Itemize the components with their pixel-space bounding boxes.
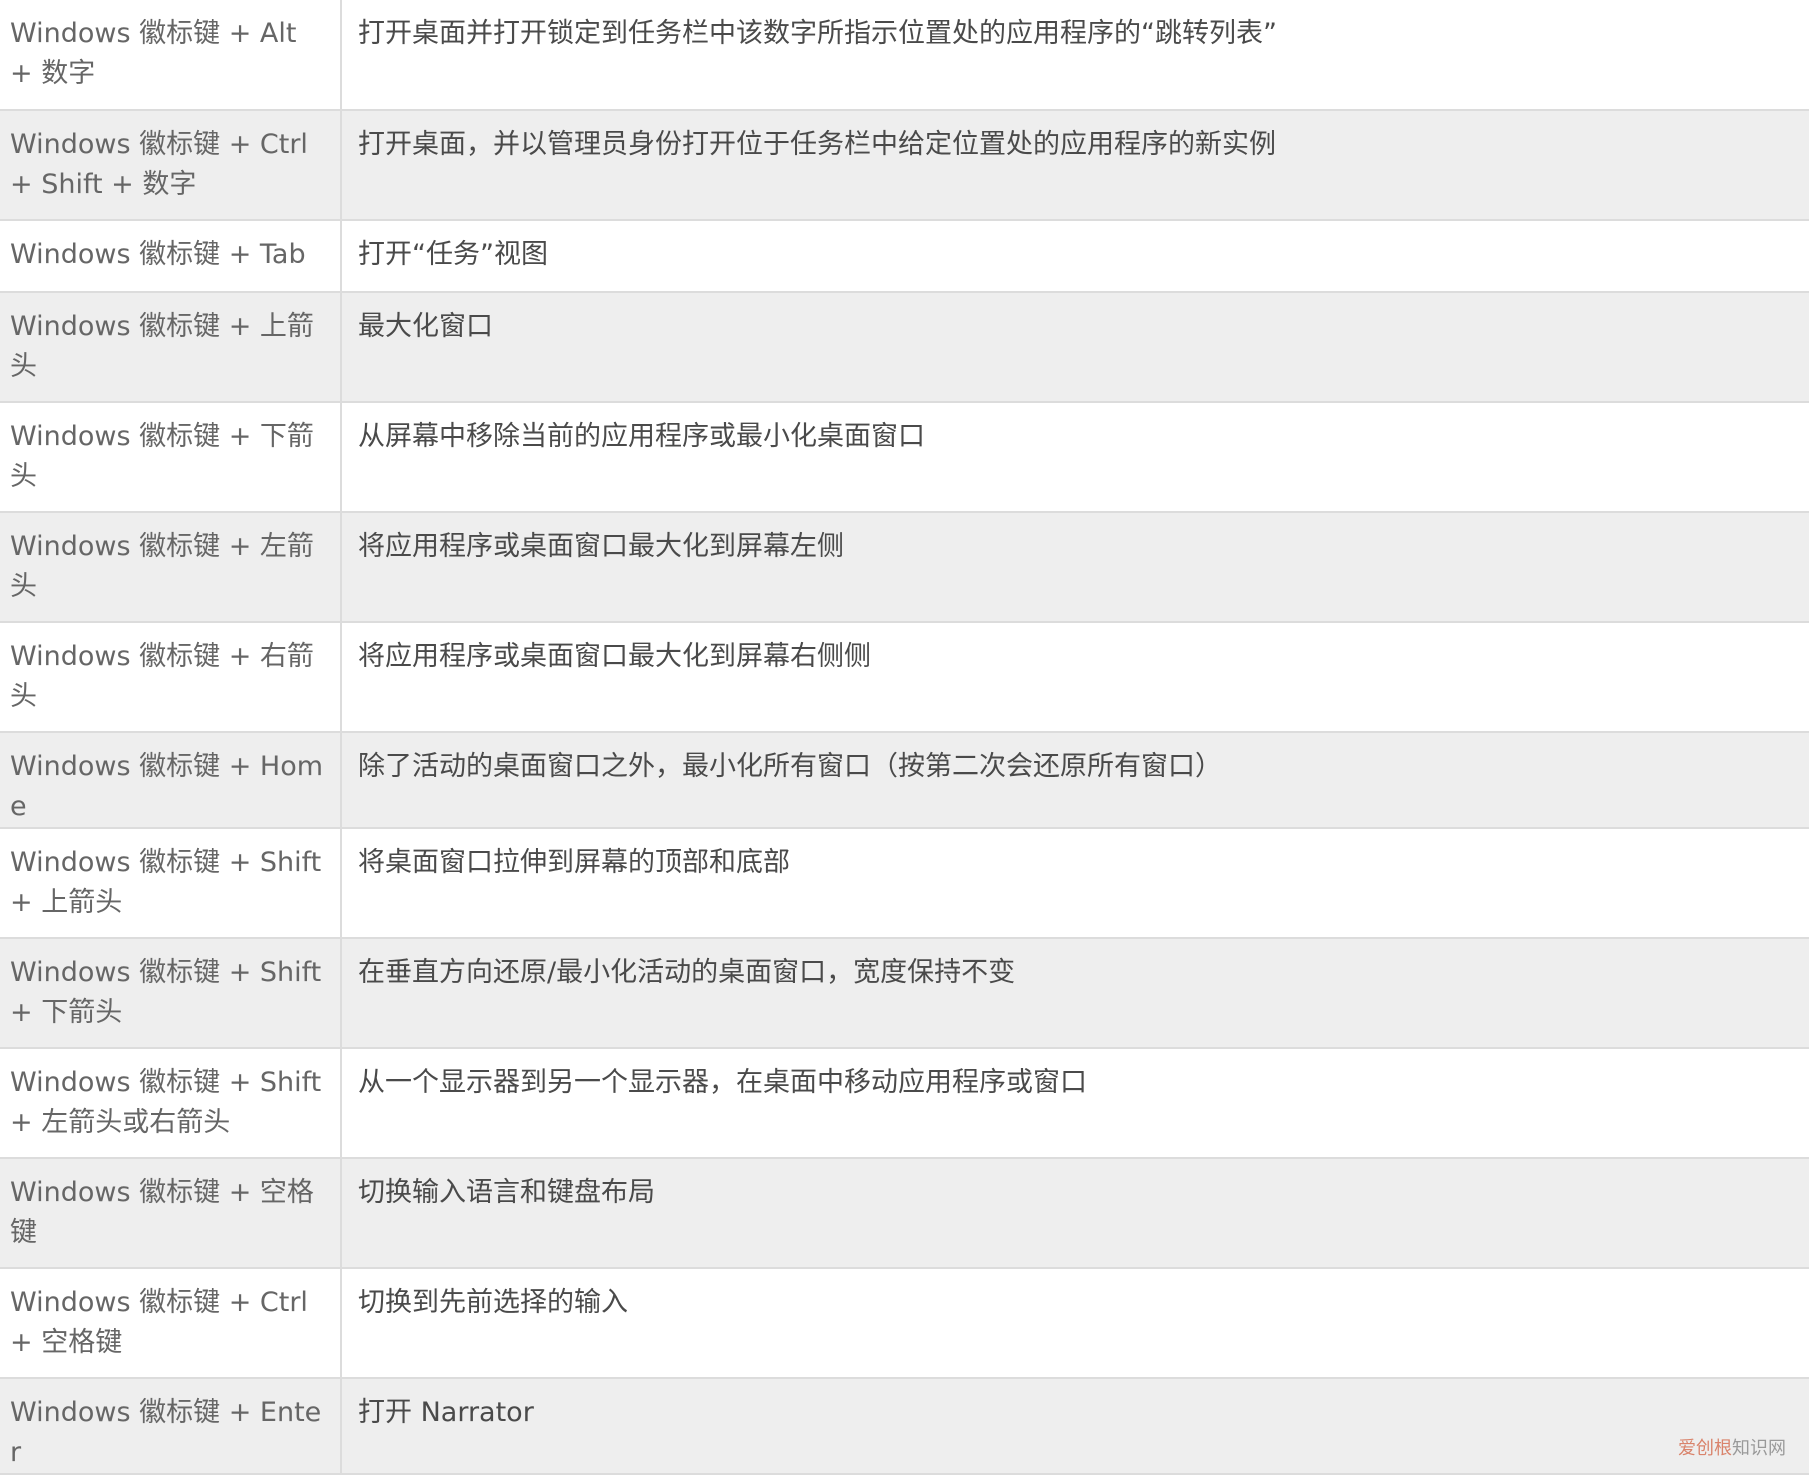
shortcut-description-cell: 最大化窗口	[358, 311, 493, 342]
table-row: Windows 徽标键 + 右箭头 将应用程序或桌面窗口最大化到屏幕右侧侧	[0, 622, 1809, 732]
shortcut-key-cell: Windows 徽标键 + Alt + 数字	[0, 0, 342, 110]
table-row: Windows 徽标键 + Shift + 左箭头或右箭头 从一个显示器到另一个…	[0, 1048, 1809, 1158]
table-row: Windows 徽标键 + Home 除了活动的桌面窗口之外，最小化所有窗口（按…	[0, 732, 1809, 828]
table-row: Windows 徽标键 + 下箭头 从屏幕中移除当前的应用程序或最小化桌面窗口	[0, 402, 1809, 512]
shortcut-description-cell: 切换到先前选择的输入	[358, 1287, 628, 1318]
table-row: Windows 徽标键 + Ctrl + Shift + 数字 打开桌面，并以管…	[0, 110, 1809, 220]
watermark-brand: 爱创根	[1678, 1438, 1732, 1459]
shortcut-key-cell: Windows 徽标键 + Home	[0, 732, 342, 828]
table-row: Windows 徽标键 + 空格键 切换输入语言和键盘布局	[0, 1158, 1809, 1268]
shortcut-key-cell: Windows 徽标键 + 空格键	[0, 1158, 342, 1268]
shortcut-description-cell: 将桌面窗口拉伸到屏幕的顶部和底部	[358, 847, 790, 878]
shortcut-key-cell: Windows 徽标键 + Shift + 左箭头或右箭头	[0, 1048, 342, 1158]
shortcut-description-cell: 在垂直方向还原/最小化活动的桌面窗口，宽度保持不变	[358, 957, 1016, 988]
shortcut-key-cell: Windows 徽标键 + 上箭头	[0, 292, 342, 402]
shortcut-description-cell: 打开“任务”视图	[358, 239, 548, 270]
shortcut-description-cell: 从一个显示器到另一个显示器，在桌面中移动应用程序或窗口	[358, 1067, 1087, 1098]
table-row: Windows 徽标键 + Ctrl + 空格键 切换到先前选择的输入	[0, 1268, 1809, 1378]
table-row: Windows 徽标键 + Tab 打开“任务”视图	[0, 220, 1809, 292]
shortcut-key-cell: Windows 徽标键 + Ctrl + Shift + 数字	[0, 110, 342, 220]
shortcut-key-cell: Windows 徽标键 + Tab	[0, 220, 342, 292]
shortcut-description-cell: 打开 Narrator	[358, 1397, 534, 1428]
table-row: Windows 徽标键 + 上箭头 最大化窗口	[0, 292, 1809, 402]
shortcut-description-cell: 切换输入语言和键盘布局	[358, 1177, 655, 1208]
shortcut-description-cell: 打开桌面，并以管理员身份打开位于任务栏中给定位置处的应用程序的新实例	[358, 129, 1276, 160]
table-row: Windows 徽标键 + Shift + 下箭头 在垂直方向还原/最小化活动的…	[0, 938, 1809, 1048]
site-watermark: 爱创根知识网	[1678, 1434, 1786, 1460]
shortcut-description-cell: 除了活动的桌面窗口之外，最小化所有窗口（按第二次会还原所有窗口）	[358, 751, 1222, 782]
shortcut-table: Windows 徽标键 + Alt + 数字 打开桌面并打开锁定到任务栏中该数字…	[0, 0, 1809, 1475]
shortcut-description-cell: 打开桌面并打开锁定到任务栏中该数字所指示位置处的应用程序的“跳转列表”	[358, 18, 1277, 49]
shortcut-key-cell: Windows 徽标键 + 右箭头	[0, 622, 342, 732]
shortcut-key-cell: Windows 徽标键 + 下箭头	[0, 402, 342, 512]
table-row: Windows 徽标键 + Alt + 数字 打开桌面并打开锁定到任务栏中该数字…	[0, 0, 1809, 110]
shortcut-description-cell: 将应用程序或桌面窗口最大化到屏幕右侧侧	[358, 641, 871, 672]
table-row: Windows 徽标键 + 左箭头 将应用程序或桌面窗口最大化到屏幕左侧	[0, 512, 1809, 622]
shortcut-key-cell: Windows 徽标键 + Shift + 上箭头	[0, 828, 342, 938]
table-row: Windows 徽标键 + Enter 打开 Narrator	[0, 1378, 1809, 1474]
shortcut-key-cell: Windows 徽标键 + Ctrl + 空格键	[0, 1268, 342, 1378]
table-row: Windows 徽标键 + Shift + 上箭头 将桌面窗口拉伸到屏幕的顶部和…	[0, 828, 1809, 938]
shortcut-key-cell: Windows 徽标键 + Enter	[0, 1378, 342, 1474]
shortcut-key-cell: Windows 徽标键 + Shift + 下箭头	[0, 938, 342, 1048]
shortcut-description-cell: 从屏幕中移除当前的应用程序或最小化桌面窗口	[358, 421, 925, 452]
shortcut-key-cell: Windows 徽标键 + 左箭头	[0, 512, 342, 622]
watermark-suffix: 知识网	[1732, 1438, 1786, 1459]
shortcut-description-cell: 将应用程序或桌面窗口最大化到屏幕左侧	[358, 531, 844, 562]
